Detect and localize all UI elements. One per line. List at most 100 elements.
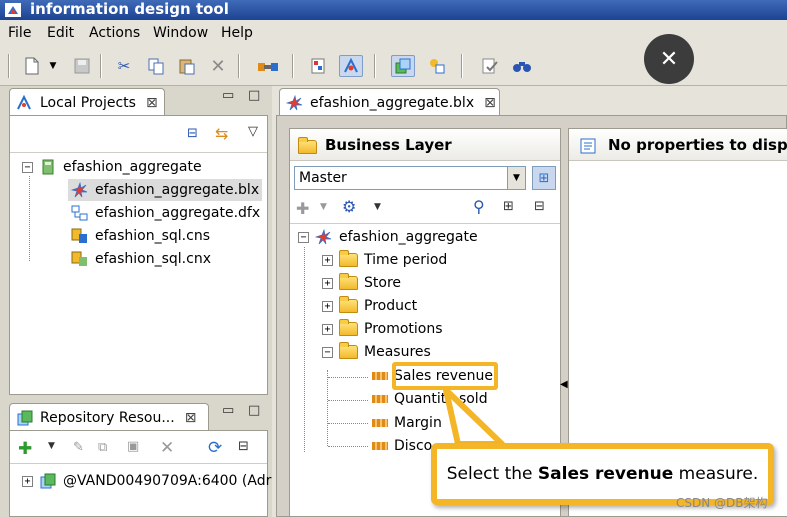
business-layer-icon[interactable]	[339, 55, 363, 77]
callout-suffix: measure.	[673, 464, 759, 484]
tools-dropdown-icon[interactable]: ▼	[374, 202, 381, 212]
measure-icon	[372, 372, 388, 380]
paste-icon[interactable]	[175, 55, 199, 77]
project-item-cns[interactable]: efashion_sql.cns	[71, 225, 210, 247]
collapse-toggle[interactable]: −	[322, 346, 333, 358]
delete-resource-icon[interactable]: ✕	[160, 438, 174, 458]
session-name: @VAND00490709A:6400 (Adr	[63, 473, 272, 489]
folder-icon	[298, 137, 317, 154]
menu-file[interactable]: File	[8, 25, 31, 41]
minimize-icon[interactable]: ▭	[222, 88, 234, 103]
folder-icon	[339, 296, 358, 313]
tab-editor-blx[interactable]: efashion_aggregate.blx ⊠	[279, 88, 500, 116]
business-layer-root[interactable]: − efashion_aggregate	[298, 226, 478, 248]
menu-edit[interactable]: Edit	[47, 25, 74, 41]
close-tab-icon[interactable]: ⊠	[146, 95, 158, 111]
collapse-toggle[interactable]: −	[22, 161, 33, 173]
maximize-icon[interactable]: □	[248, 403, 260, 418]
close-tab-icon[interactable]: ⊠	[484, 95, 496, 111]
find-icon[interactable]	[510, 55, 534, 77]
search-icon[interactable]: ⚲	[473, 197, 485, 216]
project-sync-icon[interactable]	[391, 55, 415, 77]
pane-title: Business Layer	[325, 136, 452, 154]
copy-resource-icon[interactable]: ⧉	[98, 440, 107, 455]
folder-icon	[339, 273, 358, 290]
menu-help[interactable]: Help	[221, 25, 253, 41]
expand-toggle[interactable]: +	[322, 300, 333, 312]
toolbar-separator	[238, 54, 240, 78]
project-root[interactable]: − efashion_aggregate	[22, 156, 202, 178]
tree-guide	[328, 423, 368, 424]
tab-local-projects[interactable]: Local Projects ⊠	[9, 88, 165, 116]
check-integrity-icon[interactable]	[478, 55, 502, 77]
connection-file-icon	[71, 228, 87, 243]
view-select[interactable]: Master ▼	[294, 166, 526, 190]
measure-discount[interactable]: Disco	[372, 435, 432, 457]
expand-toggle[interactable]: +	[322, 254, 333, 266]
edit-icon[interactable]: ✎	[73, 440, 84, 455]
collapse-icon[interactable]: ⊟	[534, 199, 545, 214]
insert-item-icon[interactable]: ✚	[296, 199, 309, 218]
repository-icon[interactable]	[425, 55, 449, 77]
expand-toggle[interactable]: +	[322, 277, 333, 289]
menu-actions[interactable]: Actions	[89, 25, 140, 41]
panel-divider	[10, 152, 267, 153]
project-item-cnx[interactable]: efashion_sql.cnx	[71, 248, 211, 270]
close-tab-icon[interactable]: ⊠	[185, 410, 197, 426]
measure-name: Margin	[394, 415, 442, 431]
folder-product[interactable]: + Product	[322, 295, 417, 317]
connection-icon[interactable]	[256, 55, 280, 77]
session-icon	[40, 473, 56, 489]
project-icon	[42, 159, 54, 175]
chevron-down-icon[interactable]: ▼	[507, 167, 525, 189]
folder-store[interactable]: + Store	[322, 272, 401, 294]
new-icon[interactable]	[20, 55, 44, 77]
minimize-icon[interactable]: ▭	[222, 403, 234, 418]
title-bar: information design tool	[0, 0, 787, 20]
link-editor-icon[interactable]: ⇆	[215, 124, 228, 143]
tab-repository-resources[interactable]: Repository Resou... ⊠	[9, 403, 209, 431]
insert-session-icon[interactable]: ✚	[18, 439, 32, 459]
repository-session[interactable]: + @VAND00490709A:6400 (Adr	[22, 470, 271, 492]
expand-toggle[interactable]: +	[22, 475, 33, 487]
close-overlay-button[interactable]: ✕	[644, 34, 694, 84]
folder-icon	[339, 250, 358, 267]
expand-all-icon[interactable]: ⊟	[238, 439, 249, 454]
manage-views-icon[interactable]: ⊞	[532, 166, 556, 190]
folder-name: Store	[364, 275, 402, 291]
tools-icon[interactable]: ⚙	[342, 197, 356, 216]
toolbar-separator	[374, 54, 376, 78]
collapse-toggle[interactable]: −	[298, 231, 309, 243]
menu-window[interactable]: Window	[153, 25, 208, 41]
insert-dropdown-icon[interactable]: ▼	[48, 441, 55, 451]
panel-divider	[10, 463, 267, 464]
callout-pointer	[443, 388, 505, 447]
collapse-all-icon[interactable]: ⊟	[187, 126, 198, 141]
app-icon	[5, 3, 21, 17]
publish-icon[interactable]: ▣	[127, 439, 139, 454]
chevron-right-icon[interactable]: ›	[14, 496, 21, 517]
maximize-icon[interactable]: □	[248, 88, 260, 103]
file-name: efashion_sql.cnx	[95, 251, 211, 267]
delete-icon[interactable]: ✕	[206, 55, 230, 77]
view-menu-icon[interactable]: ▽	[248, 124, 258, 139]
cut-icon[interactable]: ✂	[112, 55, 136, 77]
data-foundation-icon[interactable]	[306, 55, 330, 77]
new-dropdown-icon[interactable]: ▼	[46, 55, 60, 77]
measure-icon	[372, 395, 388, 403]
copy-icon[interactable]	[144, 55, 168, 77]
expand-toggle[interactable]: +	[322, 323, 333, 335]
save-icon[interactable]	[70, 55, 94, 77]
expand-icon[interactable]: ⊞	[503, 199, 514, 214]
measure-margin[interactable]: Margin	[372, 412, 442, 434]
insert-dropdown-icon[interactable]: ▼	[320, 202, 327, 212]
tutorial-highlight	[392, 362, 498, 390]
local-projects-panel: ⊟ ⇆ ▽ − efashion_aggregate efashion_aggr…	[9, 115, 268, 395]
refresh-icon[interactable]: ⟳	[208, 438, 222, 458]
project-item-blx[interactable]: efashion_aggregate.blx	[68, 179, 263, 201]
root-name: efashion_aggregate	[339, 229, 478, 245]
folder-promotions[interactable]: + Promotions	[322, 318, 443, 340]
project-item-dfx[interactable]: efashion_aggregate.dfx	[71, 202, 260, 224]
folder-measures[interactable]: − Measures	[322, 341, 431, 363]
folder-time-period[interactable]: + Time period	[322, 249, 447, 271]
